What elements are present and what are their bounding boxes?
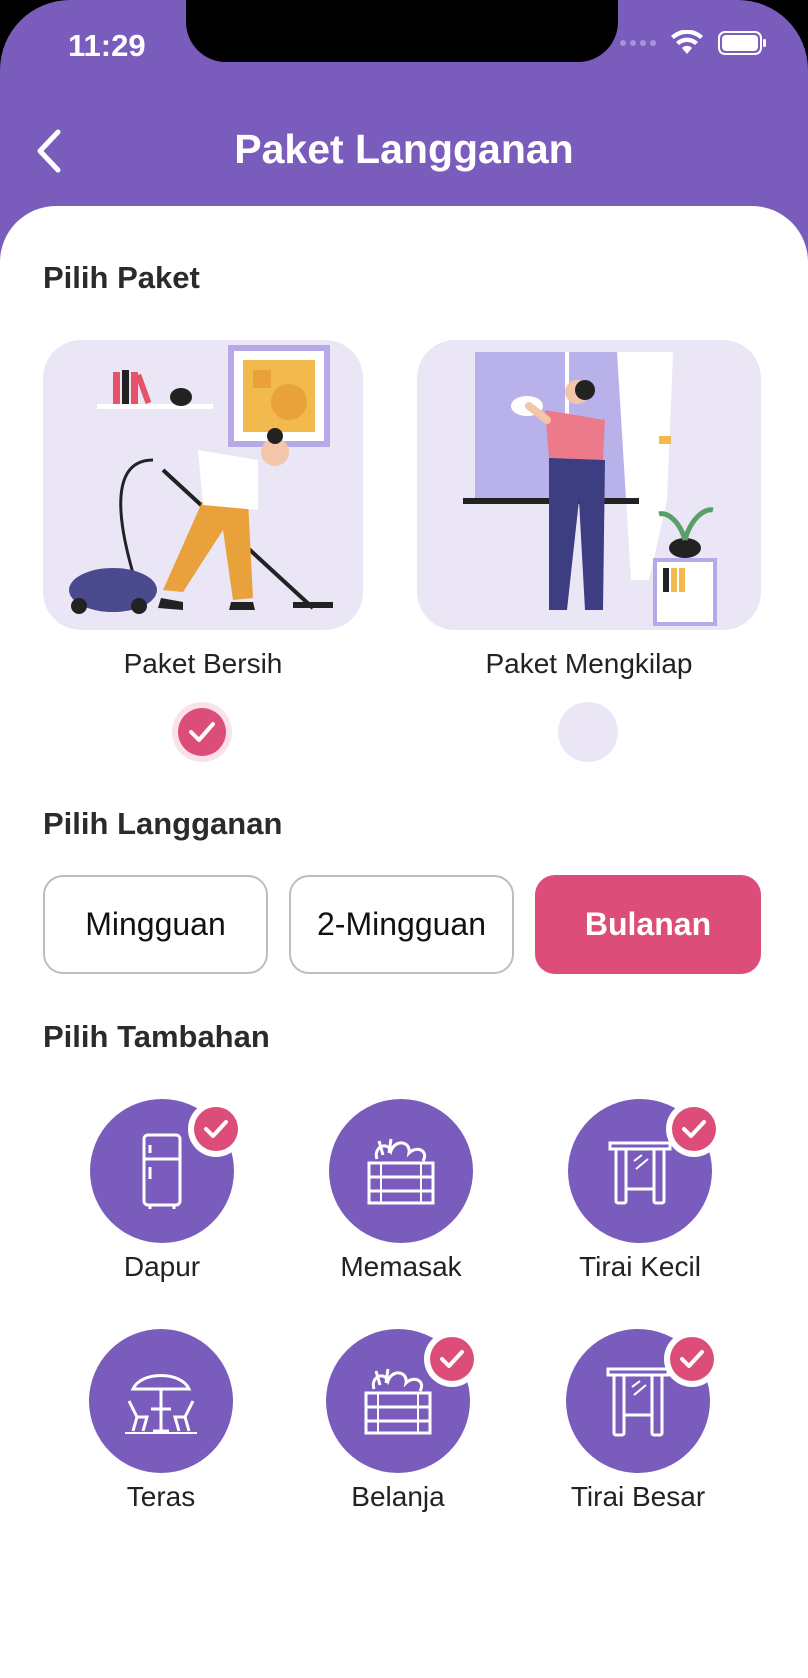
- addon-label-belanja: Belanja: [351, 1481, 445, 1512]
- notch: [186, 0, 618, 62]
- page-title: Paket Langganan: [234, 126, 574, 172]
- package-card-mengkilap[interactable]: [417, 340, 761, 630]
- addon-label-teras: Teras: [126, 1481, 196, 1512]
- check-icon: [189, 722, 215, 742]
- package-radio-bersih[interactable]: [172, 702, 232, 762]
- addon-belanja[interactable]: Belanja: [308, 1329, 488, 1513]
- addon-check-tirai-besar: [664, 1331, 720, 1387]
- addon-label-dapur: Dapur: [123, 1251, 201, 1282]
- phone-frame: 11:29 Paket Langganan Pilih Paket Paket …: [0, 0, 808, 1678]
- package-label-mengkilap: Paket Mengkilap: [485, 648, 693, 679]
- subscription-bulanan-button[interactable]: Bulanan: [535, 875, 761, 974]
- small-window-icon: [608, 1141, 672, 1205]
- vacuum-cleaning-illustration: [69, 345, 333, 614]
- patio-umbrella-icon: [125, 1374, 197, 1434]
- section-title-package: Pilih Paket: [43, 260, 200, 295]
- package-label-bersih: Paket Bersih: [123, 648, 283, 679]
- subscription-2-mingguan-button[interactable]: 2-Mingguan: [289, 875, 514, 974]
- fridge-icon: [142, 1133, 182, 1209]
- package-card-bersih[interactable]: [43, 340, 363, 630]
- addon-check-tirai-kecil: [666, 1101, 722, 1157]
- check-icon: [440, 1350, 464, 1368]
- check-icon: [682, 1120, 706, 1138]
- battery-icon: [718, 31, 766, 55]
- addon-dapur[interactable]: Dapur: [72, 1099, 252, 1283]
- addon-teras[interactable]: Teras: [71, 1329, 251, 1513]
- main-content: Pilih Paket Paket Bersih Paket Mengkilap…: [0, 206, 808, 1678]
- wifi-icon: [671, 30, 703, 54]
- status-time: 11:29: [68, 28, 146, 63]
- subscription-mingguan-button[interactable]: Mingguan: [43, 875, 268, 974]
- check-icon: [204, 1120, 228, 1138]
- large-window-icon: [606, 1367, 670, 1437]
- signal-icon: [620, 40, 656, 46]
- addon-tirai-besar[interactable]: Tirai Besar: [548, 1329, 728, 1513]
- section-title-subscription: Pilih Langganan: [43, 806, 283, 841]
- window-cleaning-illustration: [463, 352, 717, 626]
- vegetable-crate-icon: [364, 1368, 432, 1435]
- addon-label-tirai-kecil: Tirai Kecil: [579, 1251, 701, 1282]
- addon-check-dapur: [188, 1101, 244, 1157]
- package-radio-mengkilap[interactable]: [558, 702, 618, 762]
- section-title-addons: Pilih Tambahan: [43, 1019, 270, 1054]
- status-icons: [620, 30, 768, 56]
- addon-label-memasak: Memasak: [340, 1251, 462, 1282]
- addon-label-tirai-besar: Tirai Besar: [570, 1481, 706, 1512]
- addon-check-belanja: [424, 1331, 480, 1387]
- vegetable-crate-icon: [367, 1138, 435, 1205]
- addon-memasak[interactable]: Memasak: [311, 1099, 491, 1283]
- addon-tirai-kecil[interactable]: Tirai Kecil: [550, 1099, 730, 1283]
- check-icon: [680, 1350, 704, 1368]
